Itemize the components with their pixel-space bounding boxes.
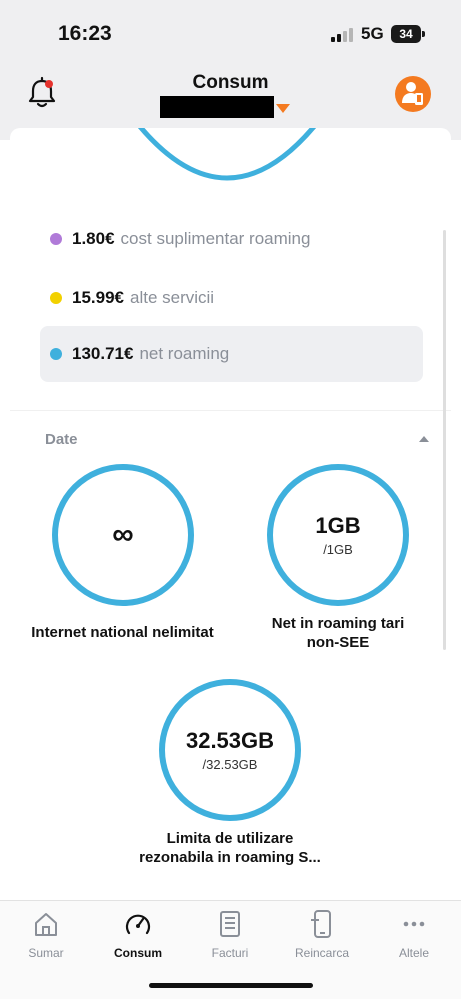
gauge-roaming-non-see[interactable]: 1GB /1GB: [267, 464, 409, 606]
legend-amount: 15.99€: [72, 288, 124, 307]
cellular-signal-icon: [331, 27, 353, 42]
invoice-icon: [220, 911, 240, 937]
gauge-caption: Net in roaming tari non-SEE: [238, 614, 438, 652]
chevron-up-icon[interactable]: [419, 436, 429, 442]
nav-label: Consum: [114, 946, 162, 960]
gauge-caption-line: rezonabila in roaming S...: [139, 849, 321, 866]
legend-item-net-roaming[interactable]: 130.71€ net roaming: [40, 326, 423, 382]
more-icon: [403, 921, 425, 927]
nav-item-facturi[interactable]: Facturi: [184, 909, 276, 960]
status-bar: 16:23 5G 34: [0, 0, 461, 62]
nav-item-sumar[interactable]: Sumar: [0, 909, 92, 960]
legend-item-other-services[interactable]: 15.99€ alte servicii: [40, 270, 423, 326]
nav-label: Sumar: [28, 946, 64, 960]
nav-item-reincarca[interactable]: Reincarca: [276, 909, 368, 960]
status-time: 16:23: [58, 22, 112, 45]
home-icon: [35, 913, 57, 936]
legend-label: cost suplimentar roaming: [120, 229, 311, 248]
gauge-caption: Limita de utilizare rezonabila in roamin…: [120, 829, 340, 867]
nav-label: Altele: [398, 946, 430, 960]
gauge-value: 32.53GB: [185, 728, 275, 753]
nav-item-altele[interactable]: Altele: [368, 909, 460, 960]
account-selector-redacted[interactable]: [160, 96, 274, 118]
gauge-caption-line: Net in roaming tari: [271, 615, 405, 632]
gauge-icon: [125, 914, 151, 935]
legend-item-roaming-surcharge[interactable]: 1.80€ cost suplimentar roaming: [40, 211, 423, 267]
phone-topup-icon: [311, 910, 331, 938]
home-indicator: [149, 983, 313, 988]
legend-dot: [50, 348, 62, 360]
consumption-card: 1.80€ cost suplimentar roaming 15.99€ al…: [10, 128, 451, 900]
profile-button[interactable]: [395, 76, 431, 112]
nav-item-consum[interactable]: Consum: [92, 909, 184, 960]
battery-level: 34: [399, 27, 413, 41]
battery-icon: 34: [391, 25, 425, 43]
gauge-fair-use-roaming[interactable]: 32.53GB /32.53GB: [159, 679, 301, 821]
gauge-caption: Internet national nelimitat: [31, 624, 214, 641]
legend-label: net roaming: [139, 344, 230, 363]
section-title-data: Date: [45, 431, 78, 448]
gauge-value: ∞: [112, 518, 134, 551]
gauge-limit: /1GB: [323, 542, 353, 557]
nav-label: Reincarca: [294, 946, 350, 960]
gauge-caption-line: Limita de utilizare: [166, 830, 294, 847]
app-header: Consum: [0, 62, 461, 130]
chevron-down-icon[interactable]: [276, 104, 290, 113]
divider: [10, 410, 451, 411]
gauge-limit: /32.53GB: [202, 757, 258, 772]
gauge-caption-line: non-SEE: [306, 634, 370, 651]
page-title: Consum: [192, 72, 269, 93]
cost-donut-chart: [138, 128, 316, 181]
legend-amount: 1.80€: [72, 229, 115, 248]
nav-label: Facturi: [211, 946, 249, 960]
legend-dot: [50, 292, 62, 304]
gauge-national-internet[interactable]: ∞: [52, 464, 194, 606]
gauge-value: 1GB: [315, 513, 361, 538]
legend-amount: 130.71€: [72, 344, 134, 363]
network-type: 5G: [361, 24, 384, 43]
user-icon: [402, 82, 423, 105]
legend-dot: [50, 233, 62, 245]
scrollbar[interactable]: [443, 230, 446, 650]
legend-label: alte servicii: [130, 288, 215, 307]
